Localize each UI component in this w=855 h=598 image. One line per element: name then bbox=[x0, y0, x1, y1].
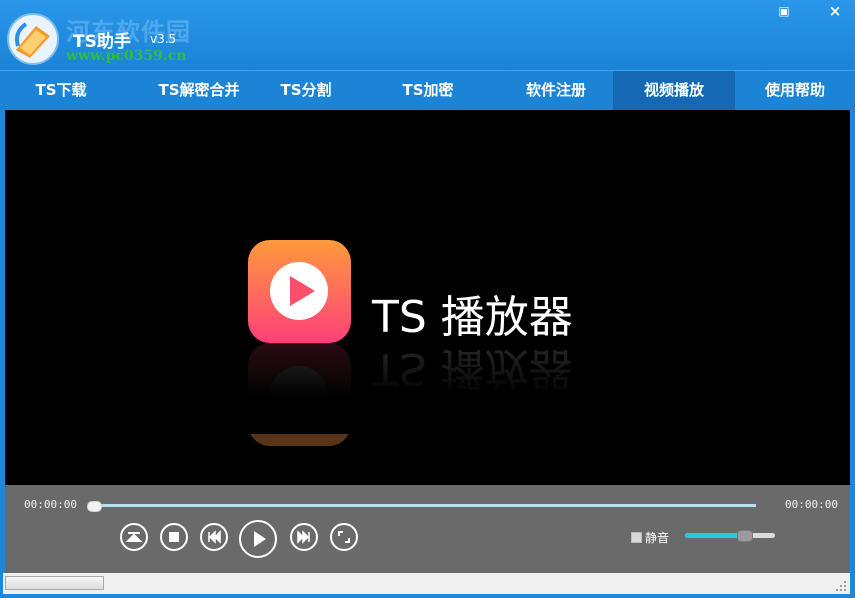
current-time: 00:00:00 bbox=[24, 498, 77, 511]
app-logo-icon bbox=[7, 13, 59, 65]
player-controls: 00:00:00 00:00:00 静音 bbox=[5, 485, 850, 573]
seek-bar[interactable] bbox=[87, 501, 756, 512]
tab-ts-download[interactable]: TS下载 bbox=[0, 71, 122, 110]
play-icon bbox=[254, 531, 266, 547]
volume-thumb[interactable] bbox=[736, 530, 753, 542]
play-button[interactable] bbox=[239, 520, 277, 558]
resize-grip-icon[interactable] bbox=[835, 580, 847, 592]
stop-button[interactable] bbox=[160, 523, 188, 551]
next-button[interactable] bbox=[290, 523, 318, 551]
close-button[interactable]: × bbox=[825, 3, 845, 19]
status-bar bbox=[0, 573, 855, 598]
nav-tabs: TS下载 TS解密合并 TS分割 TS加密 软件注册 视频播放 使用帮助 bbox=[0, 70, 855, 110]
previous-icon bbox=[208, 530, 221, 544]
tab-ts-encrypt[interactable]: TS加密 bbox=[367, 71, 489, 110]
fullscreen-button[interactable] bbox=[330, 523, 358, 551]
next-icon bbox=[297, 530, 310, 544]
eject-icon bbox=[125, 532, 143, 542]
tab-video-play[interactable]: 视频播放 bbox=[613, 71, 735, 110]
stop-icon bbox=[169, 532, 179, 542]
app-version: v3.5 bbox=[150, 32, 177, 46]
watermark-url: www.pc0359.cn bbox=[66, 48, 187, 64]
volume-fill bbox=[685, 533, 744, 538]
player-splash: TS 播放器 TS 播放器 bbox=[235, 240, 635, 446]
title-bar: 河东软件园 TS助手 v3.5 www.pc0359.cn ▣ × bbox=[0, 0, 855, 70]
status-panel bbox=[3, 573, 850, 594]
player-brand-text: TS 播放器 bbox=[371, 292, 573, 343]
total-time: 00:00:00 bbox=[785, 498, 838, 511]
tab-ts-split[interactable]: TS分割 bbox=[245, 71, 367, 110]
player-logo-icon bbox=[248, 240, 351, 343]
mute-checkbox[interactable] bbox=[631, 532, 642, 543]
previous-button[interactable] bbox=[200, 523, 228, 551]
volume-slider[interactable] bbox=[685, 530, 775, 542]
seek-thumb[interactable] bbox=[87, 501, 102, 512]
status-progress-bar bbox=[5, 576, 104, 590]
mute-label: 静音 bbox=[645, 531, 670, 545]
tab-help[interactable]: 使用帮助 bbox=[735, 71, 855, 110]
fullscreen-icon bbox=[338, 531, 350, 543]
tab-software-register[interactable]: 软件注册 bbox=[495, 71, 617, 110]
minimize-button[interactable]: ▣ bbox=[774, 3, 794, 19]
video-area[interactable]: TS 播放器 TS 播放器 00:00:00 00:00:00 bbox=[5, 110, 850, 573]
tab-ts-decrypt-merge[interactable]: TS解密合并 bbox=[138, 71, 260, 110]
eject-button[interactable] bbox=[120, 523, 148, 551]
